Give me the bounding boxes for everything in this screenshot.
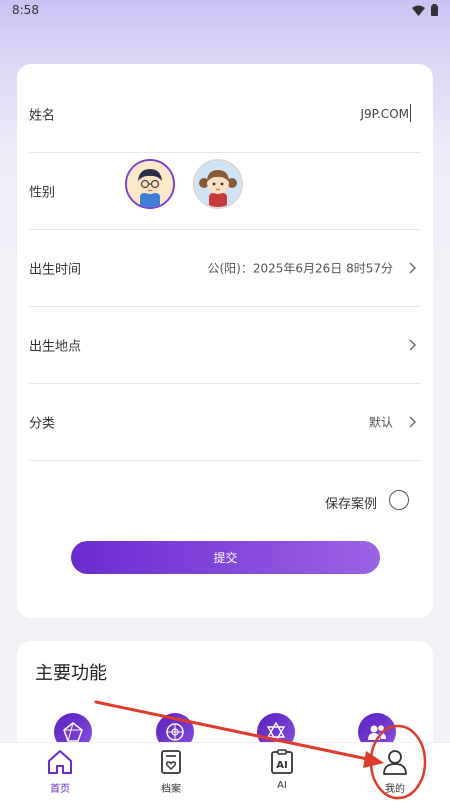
nav-archive[interactable]: 档案 (131, 743, 211, 801)
features-title: 主要功能 (35, 663, 107, 684)
battery-icon (431, 4, 438, 16)
save-case-radio[interactable] (389, 490, 409, 510)
birth-time-row[interactable]: 出生时间 公(阳)：2025年6月26日 8时57分 (29, 230, 421, 307)
bottom-nav: 首页 档案 AI AI 我的 (0, 742, 450, 801)
name-label: 姓名 (29, 108, 56, 124)
male-avatar-option[interactable] (125, 159, 175, 209)
gender-label: 性别 (29, 185, 56, 201)
home-icon (48, 750, 72, 774)
name-input[interactable] (207, 106, 411, 122)
category-value: 默认 (368, 415, 393, 430)
status-time: 8:58 (12, 3, 39, 17)
nav-home-label: 首页 (50, 784, 70, 795)
case-form-card: 姓名 性别 (17, 64, 433, 618)
status-icons (412, 4, 438, 16)
birth-place-row[interactable]: 出生地点 (29, 307, 421, 384)
star-chart-icon (63, 722, 83, 742)
profile-icon (383, 750, 407, 775)
chevron-right-icon (409, 262, 416, 274)
wheel-icon (166, 723, 184, 741)
save-case-label: 保存案例 (324, 497, 377, 512)
svg-text:AI: AI (276, 760, 287, 771)
nav-profile-label: 我的 (385, 784, 405, 795)
birth-place-label: 出生地点 (29, 339, 82, 355)
people-icon (368, 725, 386, 740)
submit-button[interactable]: 提交 (71, 541, 380, 574)
name-row: 姓名 (29, 76, 421, 153)
gender-row: 性别 (29, 153, 421, 230)
hexagram-icon (266, 722, 286, 742)
female-avatar-option[interactable] (193, 159, 243, 209)
nav-profile[interactable]: 我的 (355, 743, 435, 801)
birth-time-label: 出生时间 (29, 262, 82, 278)
wifi-icon (412, 5, 425, 16)
nav-home[interactable]: 首页 (20, 743, 100, 801)
chevron-right-icon (409, 416, 416, 428)
category-row[interactable]: 分类 默认 (29, 384, 421, 461)
ai-icon: AI (271, 749, 293, 774)
status-bar: 8:58 (0, 0, 450, 22)
text-caret (410, 104, 411, 122)
nav-archive-label: 档案 (161, 784, 181, 795)
birth-time-value: 公(阳)：2025年6月26日 8时57分 (207, 261, 393, 276)
boy-avatar-icon (127, 161, 173, 207)
save-case-row: 保存案例 (17, 484, 433, 518)
chevron-right-icon (409, 339, 416, 351)
girl-avatar-icon (195, 161, 241, 207)
archive-icon (161, 750, 181, 774)
category-label: 分类 (29, 416, 56, 432)
nav-ai-label: AI (277, 780, 287, 791)
nav-ai[interactable]: AI AI (242, 743, 322, 801)
